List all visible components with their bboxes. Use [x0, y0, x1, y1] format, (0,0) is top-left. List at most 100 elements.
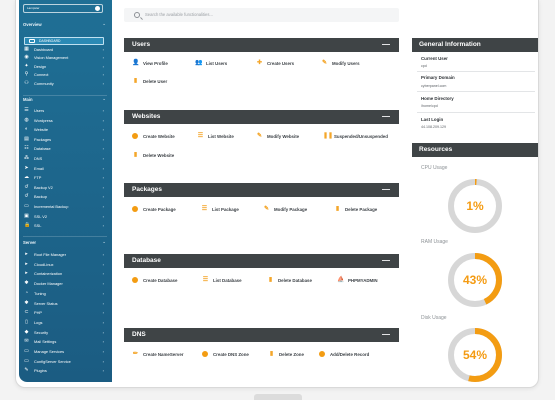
sidebar-item[interactable]: ◆ Security ›: [24, 329, 106, 336]
sidebar-item[interactable]: ◐ Website ›: [24, 126, 106, 133]
sidebar-item-label: Docker Manager: [34, 281, 63, 287]
chevron-right-icon: ›: [102, 349, 104, 354]
resources-header: Resources: [412, 143, 538, 157]
sidebar-item[interactable]: ↺ Backup ›: [24, 193, 106, 200]
sidebar-item-label: Vision Management: [34, 55, 69, 61]
sidebar-item[interactable]: ▦ Dashboard ›: [24, 46, 106, 53]
list-website-link[interactable]: ☰ List Website: [197, 133, 234, 141]
chevron-right-icon: ›: [102, 281, 104, 287]
pen-icon: ✏: [132, 351, 139, 357]
sidebar-item-label: PHP: [34, 310, 42, 316]
delete-zone-link[interactable]: ▮ Delete Zone: [268, 351, 304, 359]
modify-package-link[interactable]: ✎ Modify Package: [263, 206, 307, 214]
sidebar-item[interactable]: ▸ Containerization ›: [24, 270, 106, 277]
modify-users-link[interactable]: ✎ Modify Users: [321, 60, 360, 68]
phpmyadmin-link[interactable]: ⛵ PHPMYADMIN: [337, 277, 378, 285]
chevron-right-icon: ›: [102, 63, 104, 69]
app-window: Lampster Overview ⌄ DASHBOARD ▦ Dashboard…: [15, 0, 539, 388]
sidebar-item[interactable]: ▸ Root File Manager ›: [24, 251, 106, 258]
sidebar-item[interactable]: ✉ Mail Settings ›: [24, 338, 106, 345]
trash-icon: ▮: [268, 277, 273, 283]
sidebar-item[interactable]: ▣ SSL V2 ›: [24, 213, 106, 220]
packages-panel-title: Packages: [132, 186, 162, 193]
database-panel-title: Database: [132, 257, 161, 264]
chevron-down-icon[interactable]: ⌄: [102, 239, 106, 245]
delete-user-link[interactable]: ▮ Delete User: [132, 78, 167, 86]
sidebar-item[interactable]: ⚲ Connect ›: [24, 71, 106, 78]
chevron-right-icon: ›: [102, 310, 104, 316]
suspend-website-link[interactable]: ❚❚Suspended/Unsuspended: [323, 133, 388, 141]
sidebar-item[interactable]: ☰ Users ›: [24, 107, 106, 114]
sidebar-item[interactable]: ◉ Vision Management ›: [24, 54, 106, 61]
list-users-link[interactable]: 👥 List Users: [195, 60, 227, 68]
sidebar-item[interactable]: ▭ Manage Services ›: [24, 348, 106, 355]
sidebar-item[interactable]: ⊂ PHP ›: [24, 309, 106, 316]
sidebar-item[interactable]: ☷ Database ›: [24, 145, 106, 152]
delete-package-link[interactable]: ▮ Delete Package: [334, 206, 377, 214]
create-database-link[interactable]: Create Database: [132, 276, 177, 285]
delete-database-link[interactable]: ▮ Delete Database: [267, 277, 312, 285]
brand-switcher[interactable]: Lampster: [23, 4, 103, 13]
sidebar-item[interactable]: ⚇ Community ›: [24, 80, 106, 87]
dashboard-button[interactable]: DASHBOARD: [24, 37, 104, 45]
chevron-right-icon: ›: [102, 319, 104, 325]
sidebar-item[interactable]: ↺ Backup V2 ›: [24, 184, 106, 191]
sidebar-item-label: Backup: [34, 194, 47, 200]
chevron-right-icon: ›: [102, 146, 104, 152]
search-placeholder: Search the available functionalities...: [145, 12, 213, 17]
sidebar-item-label: Email: [34, 165, 44, 171]
add-delete-record-link[interactable]: Add/Delete Record: [319, 350, 369, 359]
sidebar-item[interactable]: ◔ Tuning ›: [24, 290, 106, 297]
trash-icon: ▮: [335, 206, 340, 212]
search-bar[interactable]: Search the available functionalities...: [124, 8, 399, 22]
sidebar-item[interactable]: ✱ Docker Manager ›: [24, 280, 106, 287]
sidebar-item[interactable]: ▯ Logs ›: [24, 319, 106, 326]
sidebar-item[interactable]: ▤ Packages ›: [24, 136, 106, 143]
create-dns-zone-link[interactable]: Create DNS Zone: [202, 350, 249, 359]
sidebar-item[interactable]: 🔒 SSL ›: [24, 222, 106, 229]
sidebar-item[interactable]: ✎ Plugins ›: [24, 367, 106, 374]
create-package-link[interactable]: Create Package: [132, 205, 176, 214]
chevron-right-icon: ›: [102, 252, 104, 257]
list-package-link[interactable]: ☰ List Package: [201, 206, 239, 214]
sidebar-item[interactable]: ✱ Server Status ›: [24, 300, 106, 307]
sidebar-item-label: Wordpress: [34, 117, 53, 123]
minimize-button[interactable]: —: [382, 328, 390, 342]
sidebar-item[interactable]: ▭ ConfigServer Service ›: [24, 358, 106, 365]
sidebar-item[interactable]: ✦ Design ›: [24, 63, 106, 70]
list-database-link[interactable]: ☰ List Database: [202, 277, 242, 285]
toggle-icon[interactable]: [95, 6, 100, 11]
create-users-link[interactable]: ✚ Create Users: [256, 60, 294, 68]
view-profile-link[interactable]: 👤 View Profile: [132, 60, 168, 68]
packages-icon: ▤: [24, 135, 29, 142]
create-nameserver-link[interactable]: ✏ Create NameServer: [132, 351, 184, 359]
chevron-right-icon: ›: [102, 136, 104, 142]
backup-icon: ↺: [24, 183, 29, 190]
minimize-button[interactable]: —: [382, 254, 390, 268]
sidebar-item-label: Root File Manager: [34, 252, 67, 257]
ram-usage-value: 43%: [462, 273, 488, 287]
sidebar-item[interactable]: ➤ Email ›: [24, 165, 106, 172]
minimize-button[interactable]: —: [382, 183, 390, 197]
database-icon: ☷: [24, 145, 29, 152]
phpmyadmin-icon: ⛵: [337, 277, 345, 283]
chevron-down-icon[interactable]: ⌄: [102, 96, 106, 102]
minimize-button[interactable]: —: [382, 110, 390, 124]
sidebar-item[interactable]: ⁂ DNS ›: [24, 155, 106, 162]
minimize-button[interactable]: —: [382, 38, 390, 52]
sidebar-item[interactable]: ▭ Incremental Backup ›: [24, 203, 106, 210]
chevron-right-icon: ›: [102, 108, 104, 113]
create-website-link[interactable]: Create Website: [132, 132, 175, 141]
sidebar-item[interactable]: ◍ Wordpress ›: [24, 117, 106, 124]
sidebar-item[interactable]: ☁ FTP ›: [24, 174, 106, 181]
sidebar-item[interactable]: ▸ CloudLinux ›: [24, 261, 106, 268]
brand-name: Lampster: [27, 6, 40, 10]
chevron-down-icon[interactable]: ⌄: [102, 21, 106, 27]
last-login-label: Last Login: [421, 117, 444, 122]
delete-website-link[interactable]: ▮ Delete Website: [132, 152, 174, 160]
modify-website-link[interactable]: ✎ Modify Website: [256, 133, 299, 141]
sidebar-item-label: Dashboard: [34, 47, 54, 52]
chevron-right-icon: ›: [102, 204, 104, 209]
section-main: Main: [23, 97, 33, 102]
scroll-handle[interactable]: [254, 394, 302, 400]
